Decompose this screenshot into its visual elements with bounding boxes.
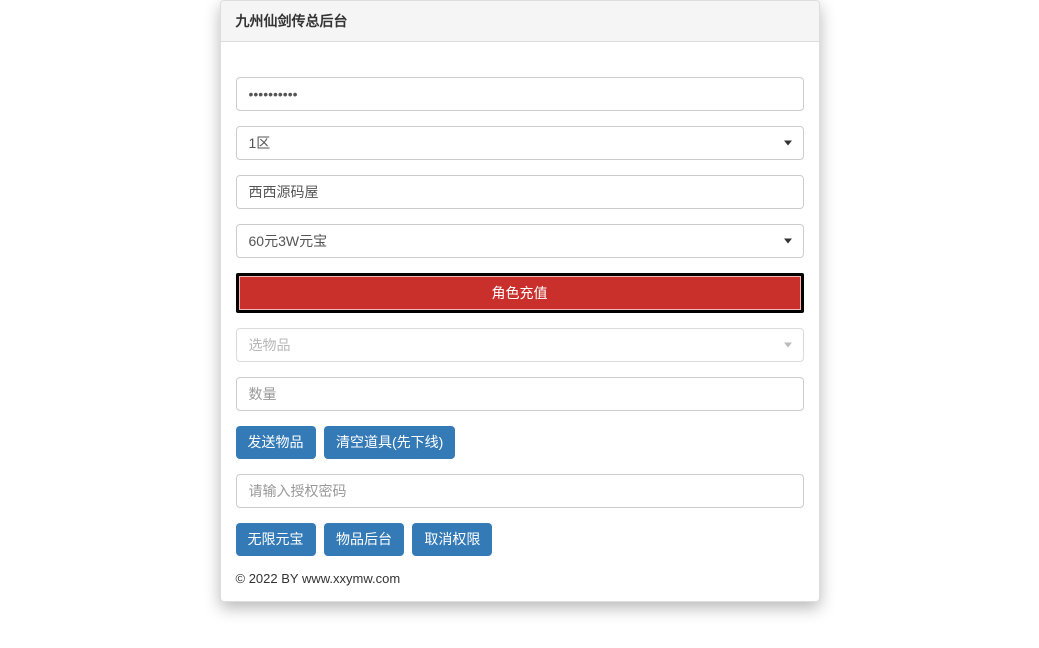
package-select[interactable]: 60元3W元宝 bbox=[236, 224, 804, 258]
item-select-group: 选物品 bbox=[236, 328, 804, 362]
password-input[interactable] bbox=[236, 77, 804, 111]
footer-text: © 2022 BY www.xxymw.com bbox=[236, 571, 804, 586]
unlimited-yuanbao-button[interactable]: 无限元宝 bbox=[236, 523, 316, 556]
item-backend-button[interactable]: 物品后台 bbox=[324, 523, 404, 556]
send-button-row: 发送物品 清空道具(先下线) bbox=[236, 426, 804, 459]
auth-password-group bbox=[236, 474, 804, 508]
caret-down-icon bbox=[784, 141, 792, 146]
send-item-button[interactable]: 发送物品 bbox=[236, 426, 316, 459]
perm-button-row: 无限元宝 物品后台 取消权限 bbox=[236, 523, 804, 556]
region-select[interactable]: 1区 bbox=[236, 126, 804, 160]
panel-body: 1区 60元3W元宝 角色充值 选物品 发送物品 清空道具( bbox=[221, 42, 819, 601]
recharge-group: 角色充值 bbox=[236, 273, 804, 313]
package-group: 60元3W元宝 bbox=[236, 224, 804, 258]
caret-down-icon bbox=[784, 343, 792, 348]
char-name-input[interactable] bbox=[236, 175, 804, 209]
item-select[interactable]: 选物品 bbox=[236, 328, 804, 362]
region-group: 1区 bbox=[236, 126, 804, 160]
cancel-perm-button[interactable]: 取消权限 bbox=[412, 523, 492, 556]
panel-title: 九州仙剑传总后台 bbox=[236, 11, 804, 31]
panel-header: 九州仙剑传总后台 bbox=[221, 1, 819, 42]
recharge-button[interactable]: 角色充值 bbox=[236, 273, 804, 313]
caret-down-icon bbox=[784, 239, 792, 244]
admin-panel: 九州仙剑传总后台 1区 60元3W元宝 角色充值 选物品 bbox=[220, 0, 820, 602]
password-group bbox=[236, 77, 804, 111]
quantity-input[interactable] bbox=[236, 377, 804, 411]
quantity-group bbox=[236, 377, 804, 411]
auth-password-input[interactable] bbox=[236, 474, 804, 508]
char-name-group bbox=[236, 175, 804, 209]
clear-items-button[interactable]: 清空道具(先下线) bbox=[324, 426, 455, 459]
